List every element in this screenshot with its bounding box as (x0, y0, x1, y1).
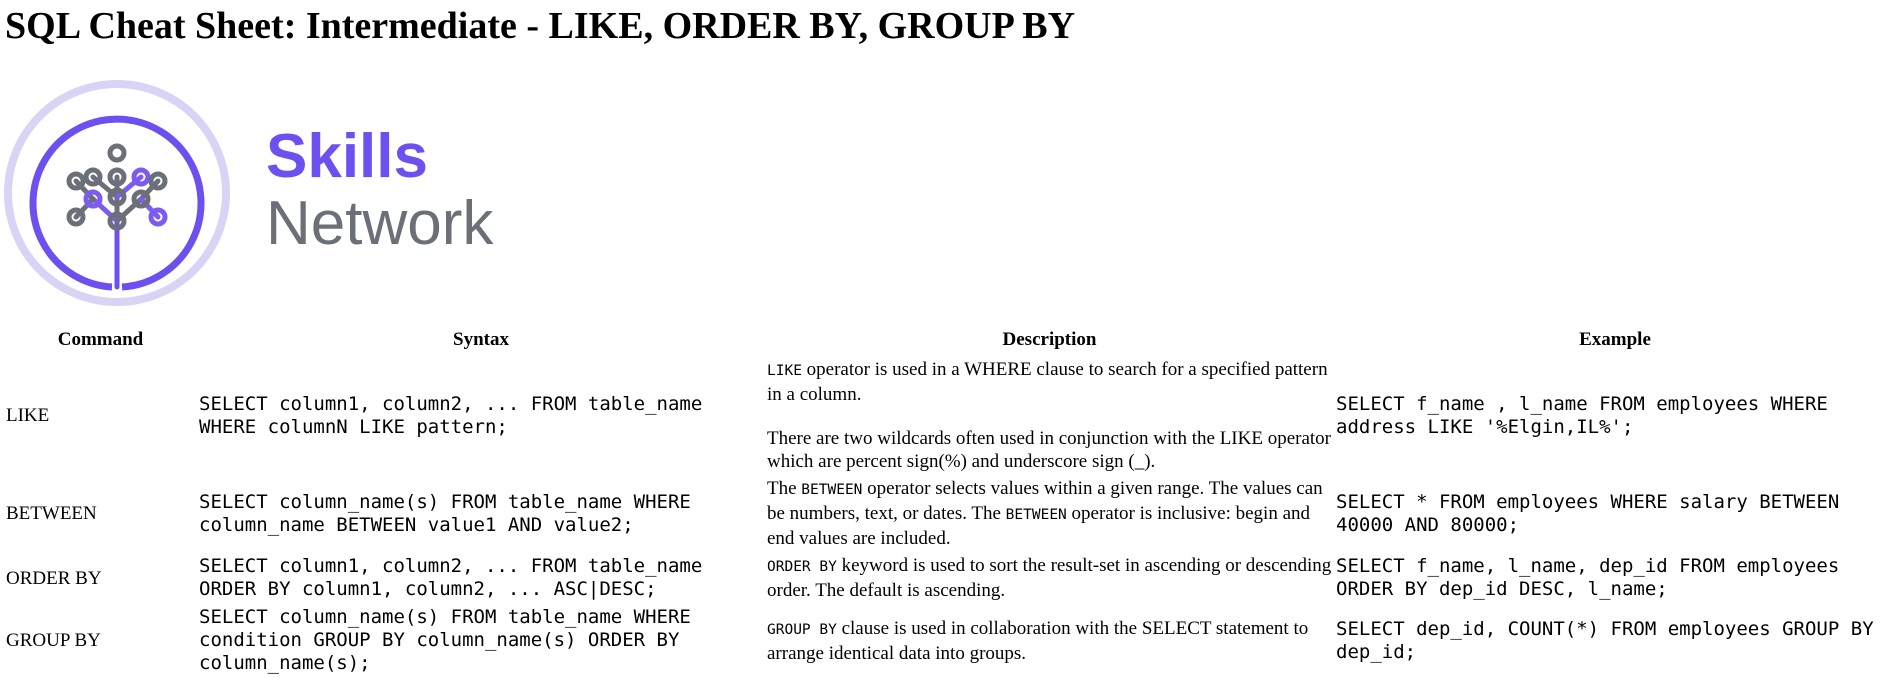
table-row-order-by: ORDER BY SELECT column1, column2, ... FR… (5, 553, 1892, 603)
skills-network-logo: Skills Network (4, 77, 534, 307)
example-cell: SELECT f_name , l_name FROM employees WH… (1336, 392, 1828, 438)
inline-code: LIKE (767, 363, 802, 379)
description-paragraph: LIKE operator is used in a WHERE clause … (767, 358, 1332, 406)
cheat-sheet-table: Command Syntax Description Example LIKE … (3, 323, 1892, 678)
description-cell: ORDER BY keyword is used to sort the res… (766, 553, 1333, 603)
table-header-row: Command Syntax Description Example (5, 325, 1892, 355)
table-row-group-by: GROUP BY SELECT column_name(s) FROM tabl… (5, 605, 1892, 676)
description-cell: GROUP BY clause is used in collaboration… (766, 605, 1333, 676)
header-command: Command (57, 329, 144, 350)
description-paragraph: There are two wildcards often used in co… (767, 427, 1332, 473)
command-cell: GROUP BY (6, 630, 101, 651)
description-cell: LIKE operator is used in a WHERE clause … (766, 357, 1333, 474)
example-cell: SELECT dep_id, COUNT(*) FROM employees G… (1336, 617, 1874, 663)
syntax-cell: SELECT column1, column2, ... FROM table_… (199, 392, 703, 438)
tree-icon (66, 143, 168, 290)
description-text: clause is used in collaboration with the… (767, 617, 1309, 664)
syntax-cell: SELECT column1, column2, ... FROM table_… (199, 555, 703, 600)
logo-text-skills: Skills (266, 122, 428, 191)
table-row-like: LIKE SELECT column1, column2, ... FROM t… (5, 357, 1892, 474)
table-row-between: BETWEEN SELECT column_name(s) FROM table… (5, 476, 1892, 551)
description-text: keyword is used to sort the result-set i… (767, 555, 1332, 601)
description-cell: The BETWEEN operator selects values with… (766, 476, 1333, 551)
description-text: operator is used in a WHERE clause to se… (767, 359, 1328, 405)
example-cell: SELECT * FROM employees WHERE salary BET… (1336, 490, 1840, 536)
header-example: Example (1579, 329, 1651, 350)
syntax-cell: SELECT column_name(s) FROM table_name WH… (199, 490, 691, 536)
inline-code: BETWEEN (1005, 507, 1067, 523)
header-syntax: Syntax (453, 329, 509, 350)
inline-code: BETWEEN (801, 482, 863, 498)
inline-code: GROUP BY (767, 621, 837, 638)
command-cell: LIKE (6, 405, 50, 426)
description-text: The (767, 478, 802, 499)
description-text: There are two wildcards often used in co… (767, 428, 1332, 472)
syntax-cell: SELECT column_name(s) FROM table_name WH… (199, 606, 691, 674)
page-title: SQL Cheat Sheet: Intermediate - LIKE, OR… (5, 5, 1076, 47)
logo-text-network: Network (266, 189, 494, 258)
example-cell: SELECT f_name, l_name, dep_id FROM emplo… (1336, 555, 1840, 600)
command-cell: ORDER BY (6, 567, 102, 589)
command-cell: BETWEEN (6, 503, 97, 524)
header-description: Description (1002, 329, 1097, 350)
inline-code: ORDER BY (767, 559, 837, 575)
